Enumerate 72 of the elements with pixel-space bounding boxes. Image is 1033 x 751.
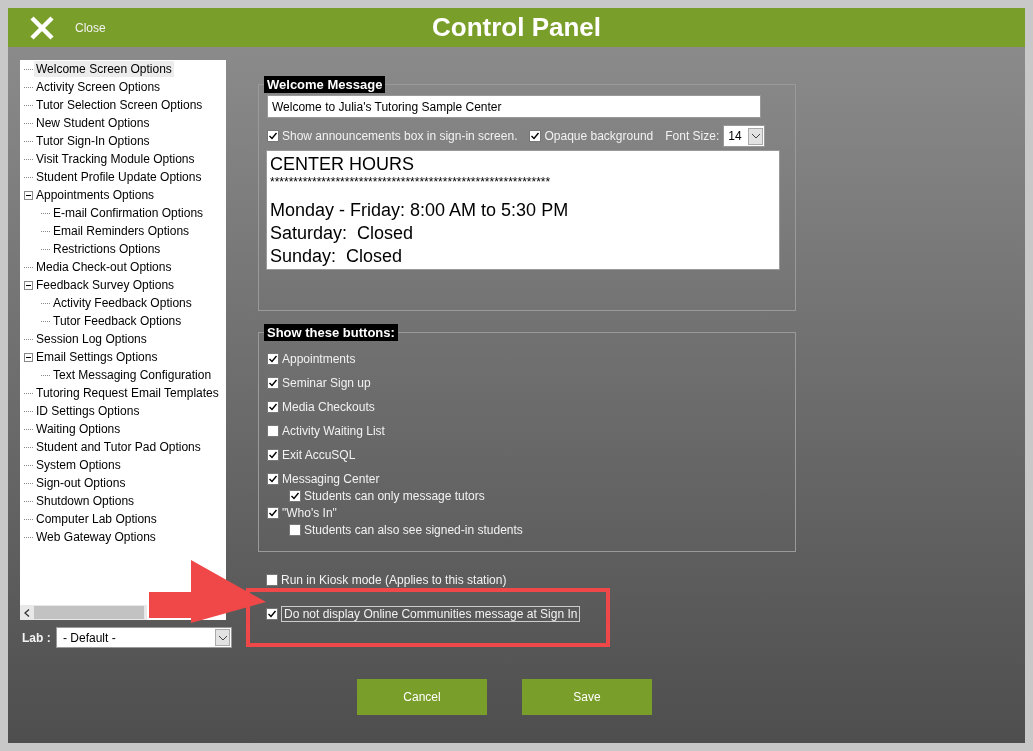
tree-item[interactable]: Activity Screen Options <box>34 79 163 95</box>
checkbox[interactable] <box>266 574 278 586</box>
announcement-text-area[interactable]: CENTER HOURS ************************************************************ Monday - Friday: 8:00 AM to 5:30 PM Saturday: Closed Sunday: Closed <box>266 150 780 270</box>
tree-item[interactable]: E-mail Confirmation Options <box>51 205 206 221</box>
tree-item[interactable]: Computer Lab Options <box>34 511 159 527</box>
tree-item[interactable]: System Options <box>34 457 123 473</box>
tree-item[interactable]: Appointments Options <box>34 187 157 203</box>
checkbox[interactable] <box>267 376 279 389</box>
group-legend: Show these buttons: <box>264 324 398 341</box>
announcement-line: Sunday: Closed <box>270 245 404 268</box>
tree-item[interactable]: Student Profile Update Options <box>34 169 204 185</box>
checkbox[interactable] <box>289 523 301 536</box>
tree-item[interactable]: Feedback Survey Options <box>34 277 177 293</box>
tree-item[interactable]: Restrictions Options <box>51 241 163 257</box>
checkbox-label[interactable]: Run in Kiosk mode (Applies to this station) <box>281 573 507 587</box>
tree-item[interactable]: Sign-out Options <box>34 475 128 491</box>
checkbox-label[interactable]: Do not display Online Communities message at Sign In <box>281 606 581 622</box>
welcome-message-field[interactable]: Welcome to Julia's Tutoring Sample Center <box>267 95 761 118</box>
checkbox[interactable] <box>267 400 279 413</box>
checkbox-label[interactable]: Show announcements box in sign-in screen. <box>282 129 518 143</box>
tree-item[interactable]: Welcome Screen Options <box>34 61 174 77</box>
checkbox-label[interactable]: Exit AccuSQL <box>282 447 356 462</box>
checkbox[interactable] <box>289 489 301 502</box>
checkbox-label[interactable]: Media Checkouts <box>282 399 375 414</box>
tree-item[interactable]: Email Settings Options <box>34 349 160 365</box>
checkbox-label[interactable]: Messaging Center <box>282 471 380 486</box>
tree-item[interactable]: Activity Feedback Options <box>51 295 194 311</box>
tree-item[interactable]: Student and Tutor Pad Options <box>34 439 203 455</box>
checkbox-label[interactable]: Appointments <box>282 351 356 366</box>
tree-item[interactable]: New Student Options <box>34 115 152 131</box>
checkbox[interactable] <box>267 130 279 142</box>
tree-item[interactable]: Tutor Sign-In Options <box>34 133 152 149</box>
tree-item[interactable]: Email Reminders Options <box>51 223 192 239</box>
checkbox-label[interactable]: Activity Waiting List <box>282 423 385 438</box>
announcement-line: CENTER HOURS <box>270 153 415 176</box>
collapse-icon[interactable] <box>24 280 33 290</box>
checkbox[interactable] <box>266 608 278 620</box>
tree-item[interactable]: Tutoring Request Email Templates <box>34 385 221 401</box>
announcement-line: ************************************************************ <box>270 176 552 188</box>
checkbox[interactable] <box>267 352 279 365</box>
tree-item[interactable]: Tutor Feedback Options <box>51 313 184 329</box>
tree-item[interactable]: Text Messaging Configuration <box>51 367 214 383</box>
tree-item[interactable]: ID Settings Options <box>34 403 142 419</box>
window-title: Control Panel <box>432 12 601 43</box>
close-icon[interactable] <box>29 14 55 41</box>
checkbox[interactable] <box>267 424 279 437</box>
scrollbar-thumb[interactable] <box>34 606 144 619</box>
collapse-icon[interactable] <box>24 352 33 362</box>
checkbox-label[interactable]: Students can also see signed-in students <box>304 522 523 537</box>
tree-item[interactable]: Shutdown Options <box>34 493 137 509</box>
collapse-icon[interactable] <box>24 190 33 200</box>
checkbox[interactable] <box>267 506 279 519</box>
tree-item[interactable]: Web Gateway Options <box>34 529 158 545</box>
announcement-line: Monday - Friday: 8:00 AM to 5:30 PM <box>270 199 570 222</box>
checkbox[interactable] <box>267 472 279 485</box>
tree-item[interactable]: Media Check-out Options <box>34 259 174 275</box>
checkbox-label[interactable]: Seminar Sign up <box>282 375 371 390</box>
lab-dropdown[interactable]: - Default - <box>56 627 232 648</box>
font-size-dropdown[interactable]: 14 <box>723 125 766 147</box>
checkbox-label[interactable]: Students can only message tutors <box>304 488 485 503</box>
tree-item[interactable]: Tutor Selection Screen Options <box>34 97 205 113</box>
checkbox[interactable] <box>267 448 279 461</box>
lab-label: Lab : <box>22 630 52 645</box>
font-size-label: Font Size: <box>665 129 720 143</box>
group-legend: Welcome Message <box>264 76 386 93</box>
checkbox[interactable] <box>529 130 542 142</box>
horizontal-scrollbar[interactable] <box>20 605 147 620</box>
tree-item[interactable]: Session Log Options <box>34 331 149 347</box>
checkbox-label[interactable]: "Who's In" <box>282 505 337 520</box>
tree-item[interactable]: Waiting Options <box>34 421 123 437</box>
announcement-line: Saturday: Closed <box>270 222 415 245</box>
tree-item[interactable]: Visit Tracking Module Options <box>34 151 197 167</box>
